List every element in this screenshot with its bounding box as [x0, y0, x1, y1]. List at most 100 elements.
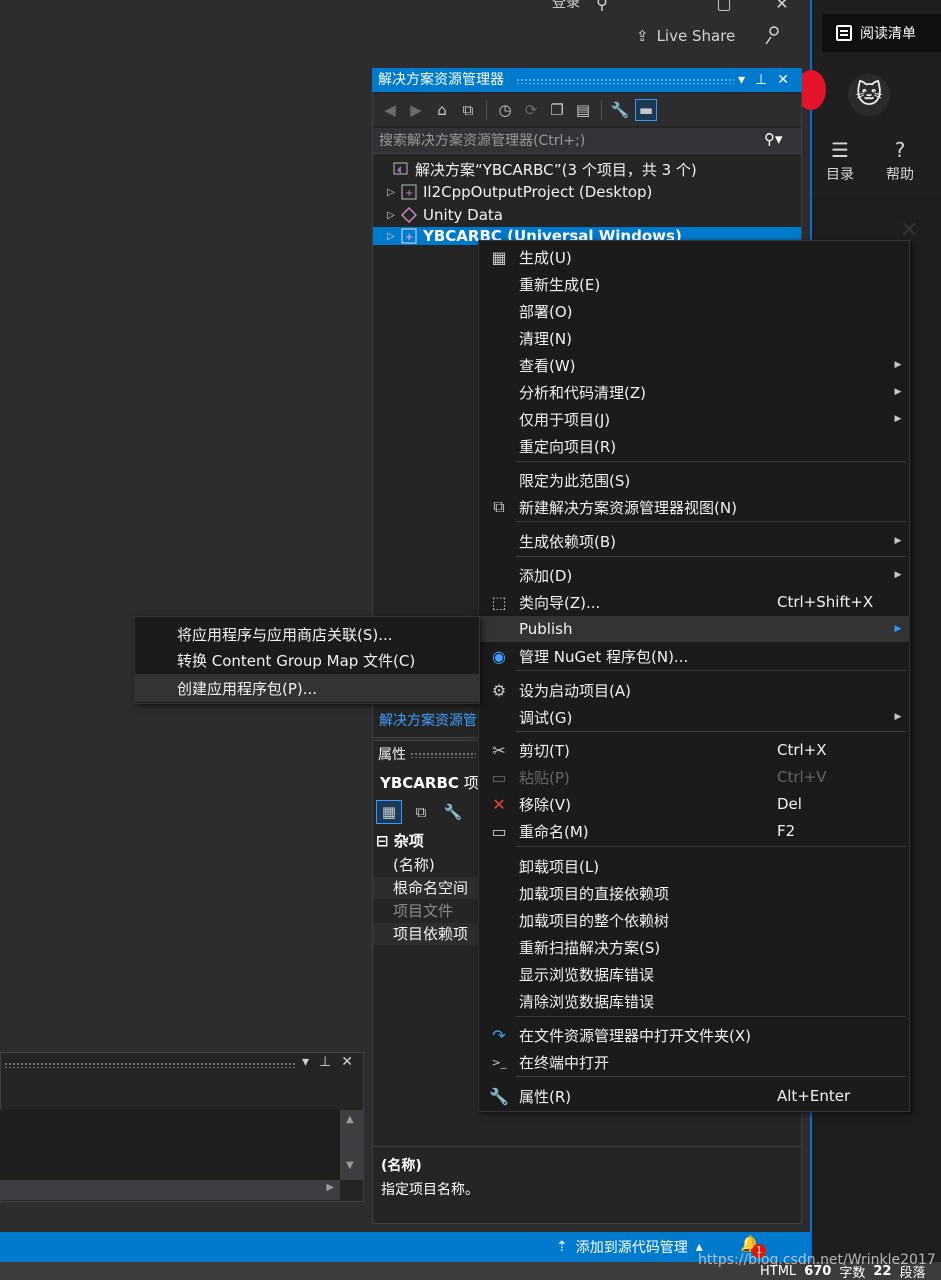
menu-item-label: 在终端中打开 — [519, 1053, 610, 1072]
menu-item[interactable]: 仅用于项目(J) ▶ — [479, 406, 909, 432]
login-link[interactable]: 登录 — [552, 0, 580, 12]
menu-item[interactable]: ⧉ 新建解决方案资源管理器视图(N) — [479, 494, 909, 520]
switch-views-icon[interactable]: ⧉ — [457, 99, 479, 121]
menu-item[interactable]: 清理(N) — [479, 325, 909, 351]
expand-icon[interactable]: ▷ — [385, 231, 397, 242]
close-icon[interactable]: ✕ — [777, 72, 789, 88]
panel-controls: ▾ ⊥ ✕ — [738, 68, 789, 92]
menu-item-label: 添加(D) — [519, 566, 573, 585]
menu-item[interactable]: 添加(D) ▶ — [479, 562, 909, 588]
menu-item[interactable]: 限定为此范围(S) — [479, 467, 909, 493]
menu-item[interactable]: 显示浏览数据库错误 — [479, 961, 909, 987]
toc-button[interactable]: ☰ 目录 — [820, 138, 860, 184]
search-icon[interactable]: ⚲▾ — [764, 130, 783, 148]
menu-item[interactable]: 清除浏览数据库错误 — [479, 988, 909, 1014]
menu-item-label: 调试(G) — [519, 708, 573, 727]
menu-item[interactable]: 调试(G) ▶ — [479, 704, 909, 730]
property-pages-icon[interactable]: ⧉ — [408, 800, 434, 824]
menu-item-label: 限定为此范围(S) — [519, 471, 631, 490]
project-node[interactable]: ▷ + Il2CppOutputProject (Desktop) — [373, 181, 801, 203]
property-category[interactable]: ⊟ 杂项 — [376, 830, 424, 851]
submenu-arrow-icon: ▶ — [894, 624, 902, 634]
nuget-icon: ◉ — [492, 646, 506, 666]
toc-label: 目录 — [826, 167, 854, 183]
menu-item[interactable]: 查看(W) ▶ — [479, 352, 909, 378]
menu-item-shortcut: Del — [777, 795, 802, 813]
menu-item-shortcut: Ctrl+V — [777, 768, 827, 786]
read-list-button[interactable]: 阅读清单 — [822, 14, 941, 52]
menu-item[interactable]: ✂ 剪切(T) Ctrl+X — [479, 737, 909, 763]
vertical-scrollbar[interactable]: ▲ ▼ — [340, 1110, 364, 1180]
menu-item[interactable]: 重新生成(E) — [479, 271, 909, 297]
menu-item[interactable]: 卸载项目(L) — [479, 853, 909, 879]
solution-node[interactable]: 解决方案“YBCARBC”(3 个项目，共 3 个) — [373, 158, 801, 180]
menu-item[interactable]: ⚙ 设为启动项目(A) — [479, 677, 909, 703]
build-icon: ▦ — [491, 247, 507, 267]
menu-item[interactable]: 重定向项目(R) — [479, 433, 909, 459]
properties-subject[interactable]: YBCARBC 项 — [380, 772, 480, 793]
submenu-item-associate-store[interactable]: 将应用程序与应用商店关联(S)... — [135, 620, 479, 648]
menu-item[interactable]: 加载项目的整个依赖树 — [479, 907, 909, 933]
dropdown-icon[interactable]: ▾ — [738, 72, 745, 88]
property-row[interactable]: 项目文件 — [373, 900, 479, 922]
close-icon[interactable]: ✕ — [341, 1054, 353, 1070]
project-node[interactable]: ▷ Unity Data — [373, 204, 801, 226]
wrench-icon[interactable]: 🔧 — [609, 99, 631, 121]
submenu-item-convert-content-group-map[interactable]: 转换 Content Group Map 文件(C) — [135, 646, 479, 674]
maximize-icon[interactable]: ▢ — [714, 0, 734, 13]
collapse-all-icon[interactable]: ❐ — [546, 99, 568, 121]
menu-item[interactable]: 🔧 属性(R) Alt+Enter — [479, 1083, 909, 1109]
menu-item[interactable]: ⬚ 类向导(Z)... Ctrl+Shift+X — [479, 589, 909, 615]
menu-item[interactable]: 分析和代码清理(Z) ▶ — [479, 379, 909, 405]
avatar[interactable]: 🐱 — [848, 74, 890, 116]
pin-icon[interactable]: ⊥ — [755, 72, 767, 88]
close-icon[interactable]: ✕ — [772, 0, 792, 13]
menu-item-label: 重定向项目(R) — [519, 437, 617, 456]
home-icon[interactable]: ⌂ — [431, 99, 453, 121]
menu-item[interactable]: ◉ 管理 NuGet 程序包(N)... — [479, 643, 909, 669]
menu-separator — [516, 521, 906, 522]
help-button[interactable]: ? 帮助 — [880, 138, 920, 184]
expand-icon[interactable]: ▷ — [385, 187, 397, 198]
forward-icon[interactable]: ▶ — [405, 99, 427, 121]
tab-solution-explorer[interactable]: 解决方案资源管 — [373, 710, 483, 732]
categorized-icon[interactable]: ▦ — [376, 800, 402, 824]
back-icon[interactable]: ◀ — [379, 99, 401, 121]
property-row[interactable]: (名称) — [373, 854, 479, 876]
property-row[interactable]: 根命名空间 — [373, 877, 479, 899]
sync-icon[interactable]: ⟳ — [520, 99, 542, 121]
menu-item-label: 卸载项目(L) — [519, 857, 600, 876]
menu-item[interactable]: >_ 在终端中打开 — [479, 1049, 909, 1075]
menu-item[interactable]: 生成依赖项(B) ▶ — [479, 528, 909, 554]
pending-changes-icon[interactable]: ◷ — [494, 99, 516, 121]
source-control-button[interactable]: ⇡ 添加到源代码管理 ▴ — [556, 1232, 703, 1262]
feedback-icon[interactable] — [762, 24, 784, 46]
wrench-icon[interactable]: 🔧 — [440, 800, 466, 824]
menu-item[interactable]: ✕ 移除(V) Del — [479, 791, 909, 817]
horizontal-scrollbar[interactable]: ▶ — [0, 1180, 340, 1200]
menu-item[interactable]: ▭ 重命名(M) F2 — [479, 818, 909, 844]
menu-item[interactable]: ↷ 在文件资源管理器中打开文件夹(X) — [479, 1022, 909, 1048]
preview-icon[interactable]: ▬ — [635, 99, 657, 121]
scroll-right-icon[interactable]: ▶ — [326, 1182, 334, 1193]
menu-item[interactable]: 加载项目的直接依赖项 — [479, 880, 909, 906]
menu-item-label: 仅用于项目(J) — [519, 410, 611, 429]
scroll-down-icon[interactable]: ▼ — [346, 1160, 354, 1171]
menu-item[interactable]: Publish ▶ — [479, 616, 909, 642]
submenu-item-create-app-packages[interactable]: 创建应用程序包(P)... — [135, 674, 479, 702]
property-row[interactable]: 项目依赖项 — [373, 923, 479, 945]
pin-icon[interactable]: ⊥ — [319, 1054, 331, 1070]
new-view-icon: ⧉ — [493, 497, 505, 516]
account-icon[interactable]: ⚲ — [592, 0, 612, 13]
menu-item[interactable]: 部署(O) — [479, 298, 909, 324]
menu-item[interactable]: 重新扫描解决方案(S) — [479, 934, 909, 960]
show-all-files-icon[interactable]: ▤ — [572, 99, 594, 121]
dropdown-icon[interactable]: ▾ — [302, 1054, 309, 1070]
menu-item[interactable]: ▭ 粘贴(P) Ctrl+V — [479, 764, 909, 790]
search-input[interactable]: 搜索解决方案资源管理器(Ctrl+;) — [373, 128, 801, 154]
menu-item[interactable]: ▦ 生成(U) — [479, 244, 909, 270]
live-share-button[interactable]: ⇪ Live Share — [636, 24, 735, 48]
expand-icon[interactable]: ▷ — [385, 210, 397, 221]
scroll-up-icon[interactable]: ▲ — [346, 1114, 354, 1125]
remove-icon: ✕ — [492, 794, 506, 814]
